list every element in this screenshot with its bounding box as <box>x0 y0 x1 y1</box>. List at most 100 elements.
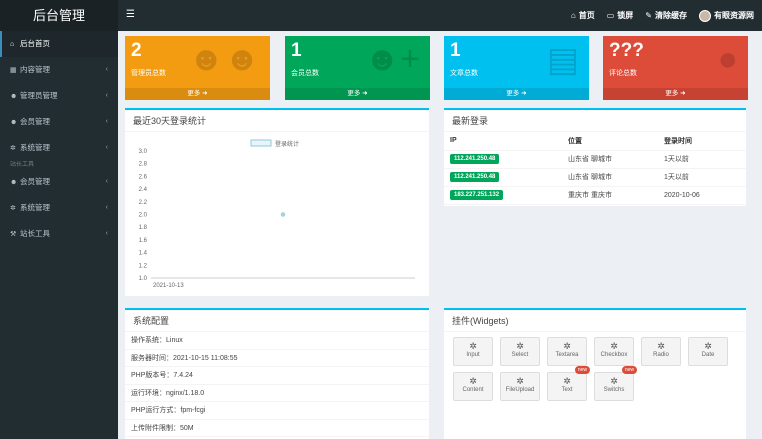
home-icon: ⌂ <box>570 11 576 20</box>
ip-badge: 112.241.250.48 <box>450 154 500 164</box>
more-link[interactable]: 更多 ➜ <box>125 88 270 100</box>
gear-icon: ✲ <box>10 145 16 152</box>
table-row: 183.227.251.132 重庆市 重庆市 2020-10-06 <box>444 186 746 205</box>
column-header: 位置 <box>562 132 658 151</box>
location-cell: 重庆市 重庆市 <box>562 186 658 205</box>
column-header: 登录时间 <box>658 132 746 151</box>
widgets-box: 挂件(Widgets) ✲ Input ✲ Select ✲ Textarea ✲ Ch… <box>444 308 746 439</box>
widget-content-button[interactable]: ✲ Content <box>453 372 493 401</box>
widget-text-button[interactable]: new ✲ Text <box>547 366 590 401</box>
top-nav-links: ⌂ 首页 ▭ 锁屏 ✎ 清除缓存 有眼资源网 <box>571 0 754 31</box>
chevron-left-icon: ‹ <box>105 66 108 73</box>
brand-logo[interactable]: 后台管理 <box>0 0 118 31</box>
config-row: 服务器时间：2021-10-15 11:08:55 <box>125 350 429 367</box>
sidebar-item-members[interactable]: ☻ 会员管理 ‹ <box>0 109 118 135</box>
login-stats-chart: 登录统计 3.0 2.8 2.6 2.4 2.2 2.0 1.8 1.6 1.4 1.2 1.0 202… <box>125 132 429 296</box>
gear-icon: ✲ <box>10 205 16 212</box>
stat-label: 会员总数 <box>291 70 319 77</box>
recent-login-table: IP 位置 登录时间 112.241.250.48 山东省 聊城市 1天以前 1… <box>444 132 746 205</box>
stat-tile-comments: ● ??? 评论总数 更多 ➜ <box>603 36 748 100</box>
box-title: 系统配置 <box>125 310 429 332</box>
y-tick-label: 2.0 <box>139 213 148 219</box>
table-row: 112.241.250.48 山东省 聊城市 1天以前 <box>444 150 746 169</box>
avatar <box>699 9 711 22</box>
arrow-circle-right-icon: ➜ <box>521 90 527 97</box>
widget-radio-button[interactable]: ✲ Radio <box>641 337 681 366</box>
widget-textarea-button[interactable]: ✲ Textarea <box>547 337 587 366</box>
chevron-left-icon: ‹ <box>105 178 108 185</box>
new-badge: new <box>621 366 637 374</box>
gear-icon: ✲ <box>516 376 524 386</box>
widget-input-button[interactable]: ✲ Input <box>453 337 493 366</box>
more-link[interactable]: 更多 ➜ <box>444 88 589 100</box>
location-cell: 山东省 聊城市 <box>562 168 658 187</box>
nav-lock-link[interactable]: ▭ 锁屏 <box>607 10 634 21</box>
stat-tile-articles: ▤ 1 文章总数 更多 ➜ <box>444 36 589 100</box>
nav-user-menu[interactable]: 有眼资源网 <box>699 9 754 22</box>
y-tick-label: 1.4 <box>139 251 148 257</box>
box-title: 挂件(Widgets) <box>444 310 746 332</box>
gear-icon: ✲ <box>610 376 618 386</box>
gear-icon: ✲ <box>516 341 524 351</box>
ip-badge: 183.227.251.132 <box>450 190 504 200</box>
grid-icon: ▦ <box>10 67 17 74</box>
widget-fileupload-button[interactable]: ✲ FileUpload <box>500 372 540 401</box>
gear-icon: ✲ <box>563 376 571 386</box>
gear-icon: ✲ <box>704 341 712 351</box>
new-badge: new <box>574 366 590 374</box>
sidebar-item-system-2[interactable]: ✲ 系统管理 ‹ <box>0 195 118 221</box>
monitor-icon: ▭ <box>606 11 615 20</box>
config-row: 运行环境：nginx/1.18.0 <box>125 385 429 402</box>
chevron-left-icon: ‹ <box>105 118 108 125</box>
gear-icon: ✲ <box>469 341 477 351</box>
stat-value: 1 <box>450 40 461 61</box>
sidebar-item-members-2[interactable]: ☻ 会员管理 ‹ <box>0 169 118 195</box>
widget-checkbox-button[interactable]: ✲ Checkbox <box>594 337 634 366</box>
arrow-circle-right-icon: ➜ <box>202 90 208 97</box>
gear-icon: ✲ <box>657 341 665 351</box>
time-cell: 1天以前 <box>658 168 746 187</box>
stat-value: 1 <box>291 40 302 61</box>
menu-toggle-icon[interactable]: ☰ <box>126 9 138 21</box>
y-tick-label: 2.4 <box>139 187 148 193</box>
top-navbar: 后台管理 ☰ ⌂ 首页 ▭ 锁屏 ✎ 清除缓存 有眼资源网 <box>0 0 762 31</box>
widget-switchs-button[interactable]: new ✲ Switchs <box>594 366 637 401</box>
nav-home-link[interactable]: ⌂ 首页 <box>571 10 595 21</box>
config-row: 上传附件限制：50M <box>125 420 429 437</box>
more-link[interactable]: 更多 ➜ <box>603 88 748 100</box>
sidebar-item-ghost: 站长工具 <box>10 162 35 168</box>
chevron-left-icon: ‹ <box>105 92 108 99</box>
sidebar-item-tools[interactable]: ⚒ 站长工具 ‹ <box>0 221 118 247</box>
users-icon: ☻ <box>10 119 18 126</box>
stat-label: 管理员总数 <box>131 70 166 77</box>
chart-svg: 登录统计 3.0 2.8 2.6 2.4 2.2 2.0 1.8 1.6 1.4 1.2 1.0 202… <box>139 139 415 289</box>
y-tick-label: 1.2 <box>139 263 148 269</box>
x-tick-label: 2021-10-13 <box>153 283 184 289</box>
box-title: 最新登录 <box>444 110 746 132</box>
y-tick-label: 1.0 <box>139 276 148 282</box>
time-cell: 1天以前 <box>658 150 746 169</box>
nav-clear-cache-link[interactable]: ✎ 清除缓存 <box>645 10 687 21</box>
system-config-box: 系统配置 操作系统：Linux 服务器时间：2021-10-15 11:08:5… <box>125 308 429 439</box>
comment-icon: ● <box>717 40 738 78</box>
chevron-left-icon: ‹ <box>105 230 108 237</box>
brush-icon: ✎ <box>645 11 652 20</box>
sidebar-item-home[interactable]: ⌂ 后台首页 <box>0 31 118 57</box>
config-row: PHP运行方式：fpm-fcgi <box>125 402 429 420</box>
config-row: PHP版本号：7.4.24 <box>125 367 429 385</box>
sidebar-item-system[interactable]: ✲ 系统管理 ‹ <box>0 135 118 161</box>
column-header: IP <box>444 132 562 151</box>
time-cell: 2020-10-06 <box>658 186 746 205</box>
box-title: 最近30天登录统计 <box>125 110 429 132</box>
more-link[interactable]: 更多 ➜ <box>285 88 430 100</box>
sidebar-item-admins[interactable]: ☻ 管理员管理 ‹ <box>0 83 118 109</box>
widget-select-button[interactable]: ✲ Select <box>500 337 540 366</box>
sidebar-item-content[interactable]: ▦ 内容管理 ‹ <box>0 57 118 83</box>
config-row: 操作系统：Linux <box>125 332 429 350</box>
widget-date-button[interactable]: ✲ Date <box>688 337 728 366</box>
table-row: 112.241.250.48 山东省 聊城市 1天以前 <box>444 168 746 187</box>
y-tick-label: 3.0 <box>139 149 148 155</box>
users-icon: ☻ <box>10 179 18 186</box>
location-cell: 山东省 聊城市 <box>562 150 658 169</box>
stat-tile-admins: ☻☻ 2 管理员总数 更多 ➜ <box>125 36 270 100</box>
